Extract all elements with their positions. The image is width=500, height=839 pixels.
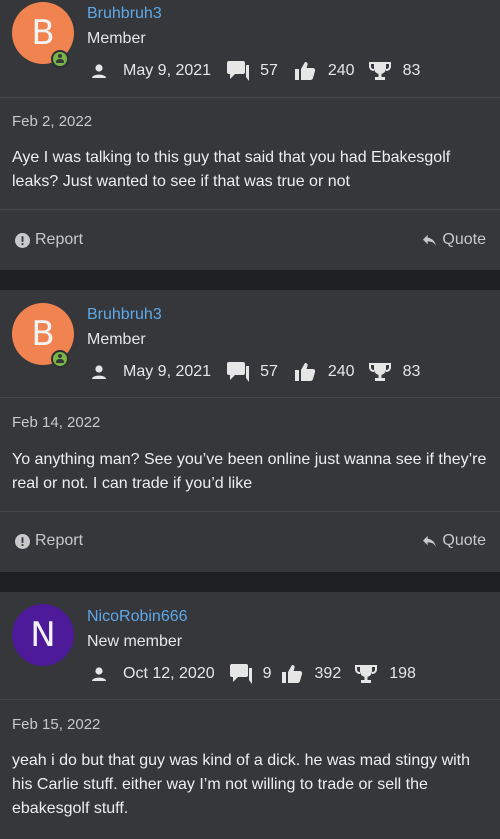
comments-icon [226,361,250,383]
post-2: B Bruhbruh3 Member May 9, 2021 57 240 83… [0,290,500,572]
reaction-count: 392 [314,665,342,682]
post-body: yeah i do but that guy was kind of a dic… [12,752,471,817]
post-3-user-block: N NicoRobin666 New member Oct 12, 2020 9… [0,592,500,689]
post-date[interactable]: Feb 15, 2022 [12,716,100,733]
exclamation-circle-icon [15,232,30,248]
username-link[interactable]: Bruhbruh3 [87,306,162,324]
username-link[interactable]: NicoRobin666 [87,608,188,626]
user-title: Member [87,30,146,47]
quote-button[interactable]: Quote [422,532,486,550]
post-2-user-block: B Bruhbruh3 Member May 9, 2021 57 240 83 [0,290,500,387]
post-date[interactable]: Feb 14, 2022 [12,414,100,431]
user-icon [90,666,108,682]
reaction-count: 240 [327,363,355,380]
exclamation-circle-icon [15,533,30,549]
divider [0,397,500,398]
user-stats: Oct 12, 2020 9 392 198 [90,662,416,686]
user-icon [90,364,108,380]
post-3: N NicoRobin666 New member Oct 12, 2020 9… [0,592,500,839]
report-button[interactable]: Report [15,532,83,550]
comments-icon [229,663,253,685]
quote-button[interactable]: Quote [422,231,486,249]
divider [0,97,500,98]
reply-arrow-icon [423,535,437,547]
thumbs-up-icon [294,61,316,81]
post-body: Aye I was talking to this guy that said … [12,149,451,190]
post-1: B Bruhbruh3 Member May 9, 2021 57 240 83… [0,0,500,270]
user-title: New member [87,633,183,650]
post-body: Yo anything man? See you’ve been online … [12,451,487,492]
reply-arrow-icon [423,234,437,246]
trophy-points: 83 [402,363,421,380]
comments-icon [226,60,250,82]
user-title: Member [87,331,146,348]
divider [0,209,500,210]
online-status-icon [51,350,69,368]
message-count: 9 [262,665,272,682]
trophy-icon [368,61,391,81]
joined-date: May 9, 2021 [123,62,212,79]
user-icon [90,63,108,79]
user-stats: May 9, 2021 57 240 83 [90,360,420,384]
divider [0,511,500,512]
user-stats: May 9, 2021 57 240 83 [90,59,420,83]
trophy-points: 198 [389,665,416,682]
thumbs-up-icon [294,362,316,382]
joined-date: Oct 12, 2020 [123,665,215,682]
thumbs-up-icon [281,664,303,684]
report-label: Report [35,231,84,248]
trophy-icon [368,362,391,382]
username-link[interactable]: Bruhbruh3 [87,5,162,23]
message-count: 57 [260,62,278,79]
post-1-user-block: B Bruhbruh3 Member May 9, 2021 57 240 83 [0,0,500,97]
quote-label: Quote [442,231,486,248]
reaction-count: 240 [327,62,355,79]
trophy-points: 83 [402,62,421,79]
avatar[interactable]: N [12,604,74,666]
quote-label: Quote [442,532,486,549]
joined-date: May 9, 2021 [123,363,212,380]
message-count: 57 [260,363,278,380]
online-status-icon [51,50,69,68]
divider [0,699,500,700]
post-date[interactable]: Feb 2, 2022 [12,113,92,130]
report-button[interactable]: Report [15,231,83,249]
report-label: Report [35,532,84,549]
trophy-icon [355,664,378,684]
